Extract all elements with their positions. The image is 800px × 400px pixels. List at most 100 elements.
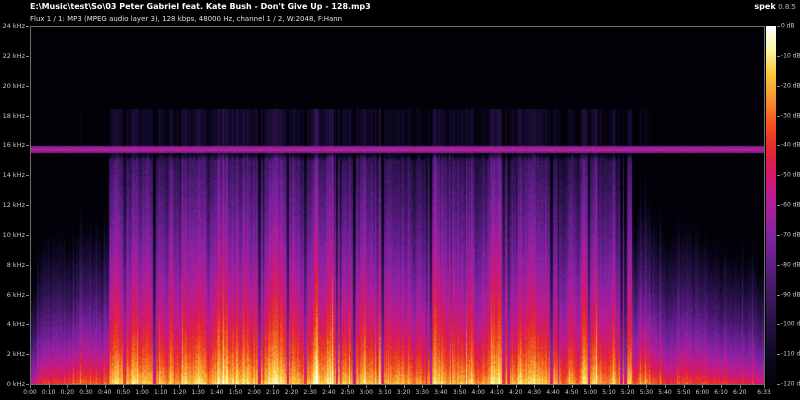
time-tick-label: 3:20 [397, 389, 410, 396]
time-tick [497, 385, 498, 388]
time-tick [254, 385, 255, 388]
time-tick [366, 385, 367, 388]
time-tick-label: 1:20 [173, 389, 186, 396]
frequency-tick-label: 16 kHz [0, 141, 25, 149]
time-tick [217, 385, 218, 388]
spek-window: E:\Music\test\So\03 Peter Gabriel feat. … [0, 0, 800, 400]
time-tick-label: 2:40 [322, 389, 335, 396]
db-tick [777, 295, 780, 296]
db-tick-label: -10 dB [781, 52, 800, 59]
db-tick-label: -70 dB [781, 231, 800, 238]
time-tick-label: 0:30 [79, 389, 92, 396]
spectrogram-canvas [31, 27, 764, 384]
db-tick-label: -90 dB [781, 291, 800, 298]
app-version-label: spek 0.8.5 [754, 2, 796, 11]
db-tick [777, 384, 780, 385]
time-tick-label: 4:10 [490, 389, 503, 396]
app-version-number: 0.8.5 [778, 3, 796, 11]
time-tick [235, 385, 236, 388]
time-tick [721, 385, 722, 388]
time-tick [516, 385, 517, 388]
time-tick-label: 2:30 [303, 389, 316, 396]
time-tick-label: 5:20 [621, 389, 634, 396]
db-tick [777, 26, 780, 27]
time-tick [198, 385, 199, 388]
db-tick [777, 116, 780, 117]
frequency-tick-label: 12 kHz [0, 201, 25, 209]
time-tick [628, 385, 629, 388]
frequency-tick [26, 354, 29, 355]
time-tick [385, 385, 386, 388]
time-tick [740, 385, 741, 388]
frequency-tick [26, 324, 29, 325]
time-tick [273, 385, 274, 388]
time-tick-label: 0:20 [61, 389, 74, 396]
time-tick [179, 385, 180, 388]
db-tick [777, 324, 780, 325]
frequency-tick [26, 86, 29, 87]
time-tick-label: 5:40 [658, 389, 671, 396]
db-tick-label: -60 dB [781, 202, 800, 209]
frequency-tick-label: 6 kHz [0, 291, 25, 299]
frequency-tick [26, 26, 29, 27]
frequency-tick-label: 22 kHz [0, 52, 25, 60]
frequency-tick-label: 10 kHz [0, 231, 25, 239]
file-path-title: E:\Music\test\So\03 Peter Gabriel feat. … [30, 2, 371, 11]
time-tick [590, 385, 591, 388]
time-tick [123, 385, 124, 388]
time-tick-label: 5:30 [640, 389, 653, 396]
time-tick-label: 6:00 [696, 389, 709, 396]
time-tick-label: 6:20 [733, 389, 746, 396]
time-tick-label: 1:40 [210, 389, 223, 396]
frequency-tick [26, 235, 29, 236]
time-tick-label: 3:30 [415, 389, 428, 396]
db-tick-label: -110 dB [781, 351, 800, 358]
frequency-tick-label: 2 kHz [0, 350, 25, 358]
time-tick [30, 385, 31, 388]
frequency-tick [26, 145, 29, 146]
frequency-tick-label: 8 kHz [0, 261, 25, 269]
time-tick-label: 4:40 [546, 389, 559, 396]
time-tick-label: 3:10 [378, 389, 391, 396]
time-tick-label: 6:33 [757, 389, 770, 396]
time-tick-label: 0:10 [42, 389, 55, 396]
time-tick [291, 385, 292, 388]
time-tick [441, 385, 442, 388]
time-tick-label: 3:40 [434, 389, 447, 396]
time-tick-label: 6:10 [714, 389, 727, 396]
time-tick-label: 5:50 [677, 389, 690, 396]
time-tick-label: 0:00 [23, 389, 36, 396]
frequency-tick-label: 14 kHz [0, 171, 25, 179]
time-tick [422, 385, 423, 388]
frequency-tick [26, 384, 29, 385]
time-tick [534, 385, 535, 388]
time-tick-label: 3:00 [359, 389, 372, 396]
db-tick-label: 0 dB [781, 23, 795, 30]
time-tick [67, 385, 68, 388]
time-tick [161, 385, 162, 388]
time-tick [105, 385, 106, 388]
frequency-tick-label: 24 kHz [0, 22, 25, 30]
db-tick-label: -100 dB [781, 321, 800, 328]
time-tick-label: 5:00 [584, 389, 597, 396]
db-tick [777, 354, 780, 355]
time-tick-label: 1:00 [135, 389, 148, 396]
time-tick [348, 385, 349, 388]
time-tick [609, 385, 610, 388]
time-tick-label: 0:40 [98, 389, 111, 396]
time-tick-label: 3:50 [453, 389, 466, 396]
time-tick [460, 385, 461, 388]
time-tick [404, 385, 405, 388]
time-tick [764, 385, 765, 388]
db-tick [777, 145, 780, 146]
time-tick [702, 385, 703, 388]
db-tick [777, 235, 780, 236]
time-tick [49, 385, 50, 388]
frequency-tick [26, 56, 29, 57]
spectrogram-plot-frame [30, 26, 765, 385]
frequency-tick [26, 295, 29, 296]
time-tick [665, 385, 666, 388]
time-tick-label: 0:50 [117, 389, 130, 396]
time-tick [329, 385, 330, 388]
frequency-tick [26, 265, 29, 266]
